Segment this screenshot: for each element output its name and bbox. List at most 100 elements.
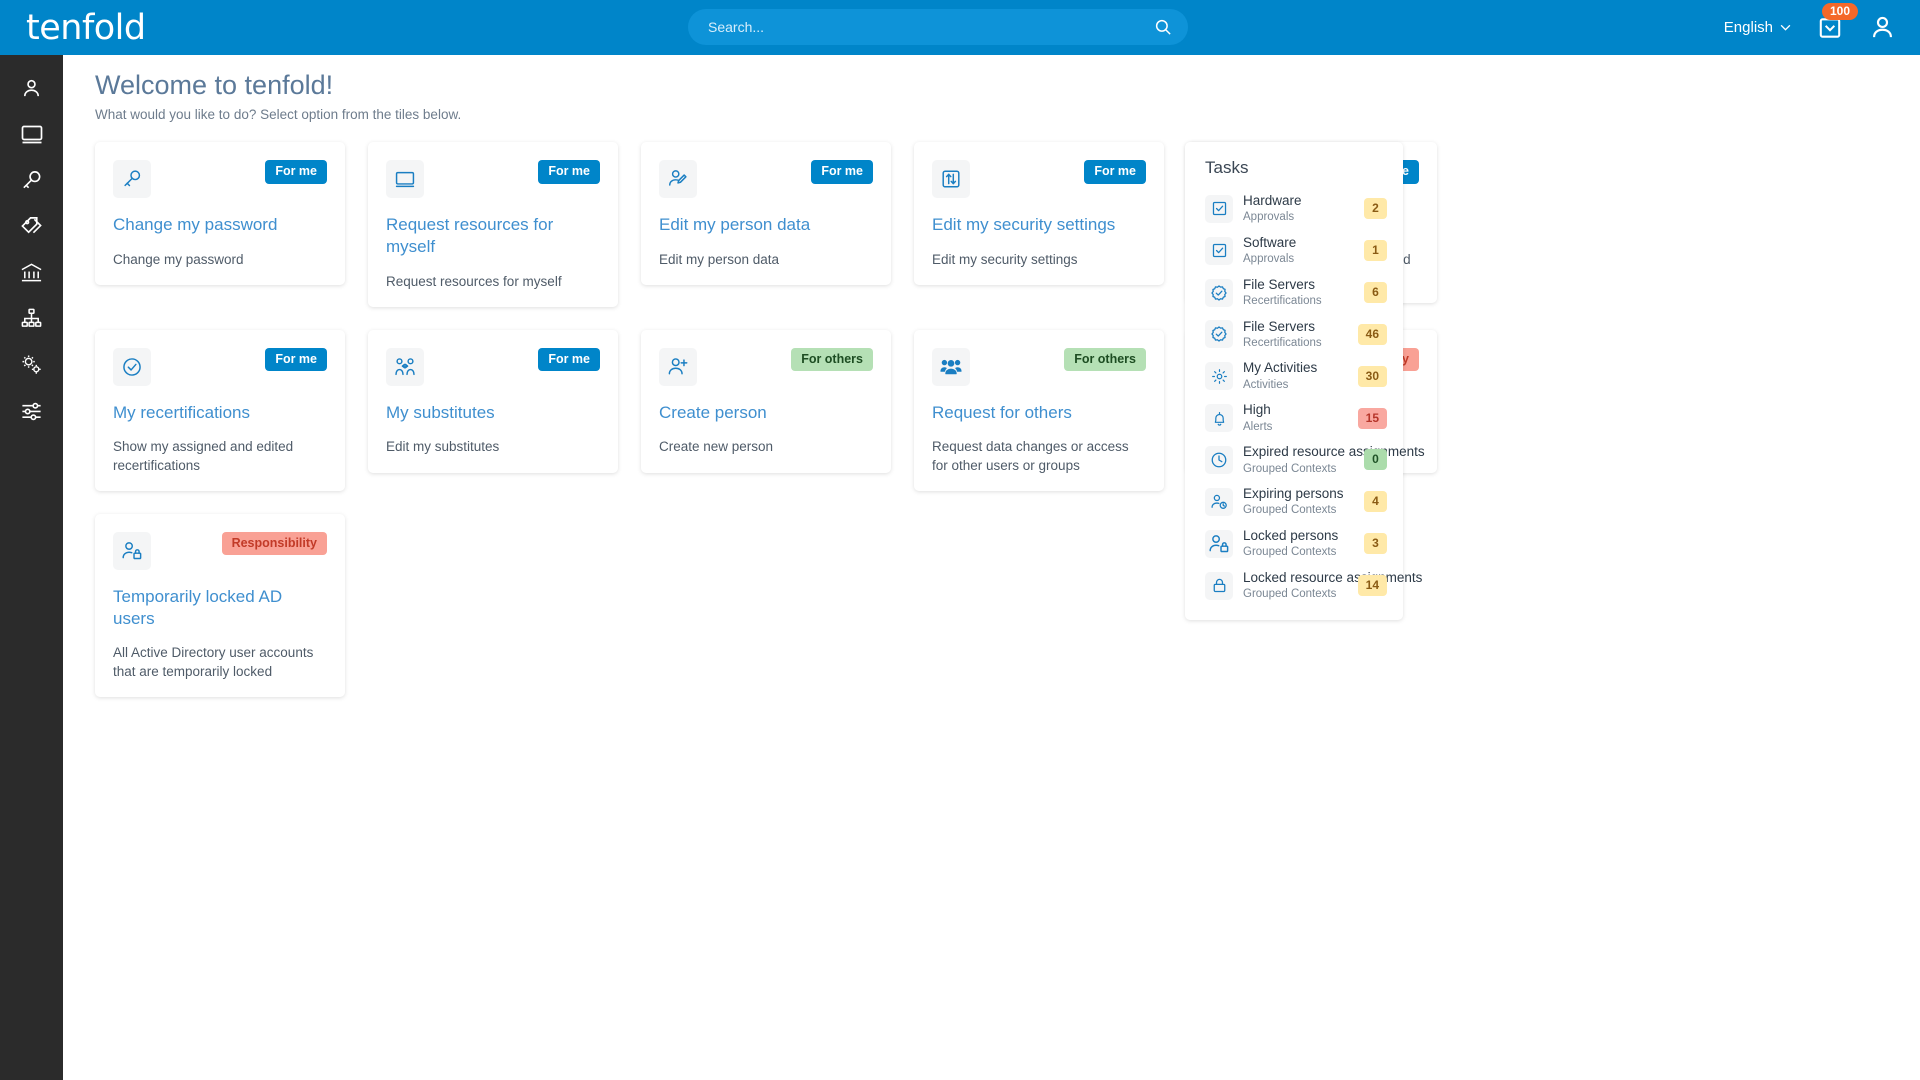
task-name: Expired resource assignments <box>1243 444 1425 460</box>
task-text: Locked resource assignments Grouped Cont… <box>1243 569 1423 602</box>
task-name: Locked persons <box>1243 527 1339 543</box>
tile[interactable]: For me My recertifications Show my assig… <box>95 329 345 491</box>
task-count-badge: 14 <box>1357 575 1387 597</box>
task-name: File Servers <box>1243 276 1316 292</box>
task-row[interactable]: Locked persons Grouped Contexts 3 <box>1185 523 1403 565</box>
task-text: High Alerts <box>1243 402 1350 434</box>
task-row[interactable]: File Servers Recertifications 46 <box>1185 314 1403 356</box>
search-container <box>688 9 1188 45</box>
sidebar-item-permissions[interactable] <box>0 157 63 203</box>
seal-check-icon <box>1205 278 1233 307</box>
task-category: Recertifications <box>1243 337 1322 349</box>
tile[interactable]: For me Edit my person data Edit my perso… <box>641 142 891 285</box>
tile-title[interactable]: Edit my person data <box>659 214 873 236</box>
tile-title[interactable]: Edit my security settings <box>932 214 1146 236</box>
tile-title[interactable]: My recertifications <box>113 402 327 424</box>
task-count-badge: 1 <box>1364 240 1387 262</box>
task-name: Software <box>1243 234 1297 250</box>
inbox-button[interactable]: 100 <box>1817 2 1859 41</box>
gears-icon <box>22 354 41 374</box>
tile-badge: For me <box>811 160 873 184</box>
tile-badge: For others <box>1064 347 1146 372</box>
checkbox-icon <box>1205 236 1233 265</box>
tile-badge: For me <box>265 160 327 184</box>
person-lock-icon <box>1205 529 1233 558</box>
substitutes-icon <box>386 347 424 386</box>
check-circle-icon <box>113 347 151 386</box>
app-logo[interactable]: tenfold <box>0 8 200 48</box>
tasks-list: Hardware Approvals 2 Software Approvals … <box>1185 188 1425 607</box>
tile-description: Change my password <box>113 251 244 267</box>
tile-header: For me <box>386 160 600 198</box>
tile[interactable]: Responsibility Temporarily locked AD use… <box>95 513 345 697</box>
task-count-badge: 0 <box>1364 449 1387 471</box>
task-row[interactable]: Expired resource assignments Grouped Con… <box>1185 439 1425 481</box>
account-icon <box>1872 16 1893 38</box>
checkbox-icon <box>1205 194 1233 223</box>
page-title: Welcome to tenfold! <box>95 70 334 100</box>
bank-icon <box>21 262 42 281</box>
tile-description: Edit my person data <box>659 251 780 267</box>
task-name: High <box>1243 402 1271 418</box>
task-row[interactable]: High Alerts 15 <box>1185 397 1403 439</box>
bell-icon <box>1205 404 1233 433</box>
task-row[interactable]: Software Approvals 1 <box>1185 230 1403 272</box>
tasks-panel: Tasks Hardware Approvals 2 Software Appr… <box>1185 142 1425 621</box>
task-row[interactable]: My Activities Activities 30 <box>1185 355 1403 397</box>
tile-header: For others <box>932 347 1146 386</box>
account-button[interactable] <box>1869 14 1896 41</box>
sidebar-item-categories[interactable] <box>0 203 63 249</box>
tasks-title: Tasks <box>1205 158 1249 177</box>
task-row[interactable]: Hardware Approvals 2 <box>1185 188 1403 230</box>
person-clock-icon <box>1205 487 1233 516</box>
task-count-badge: 30 <box>1357 365 1387 387</box>
tile-description: Create new person <box>659 439 774 455</box>
people-group-icon <box>932 347 970 386</box>
task-category: Recertifications <box>1243 295 1322 308</box>
header-actions: English 100 <box>1724 0 1896 55</box>
tile-title[interactable]: Temporarily locked AD users <box>113 586 327 630</box>
language-label: English <box>1723 19 1773 36</box>
sidebar-item-administration[interactable] <box>0 341 63 387</box>
person-add-icon <box>659 347 697 386</box>
tile-title[interactable]: Request resources for myself <box>386 214 600 258</box>
tile-badge: For me <box>538 347 600 372</box>
search-input[interactable] <box>688 9 1188 45</box>
tile[interactable]: For me Edit my security settings Edit my… <box>914 142 1164 285</box>
tile-title[interactable]: Request for others <box>932 402 1146 424</box>
task-row[interactable]: Locked resource assignments Grouped Cont… <box>1185 565 1423 607</box>
tile-header: Responsibility <box>113 531 327 570</box>
task-name: Locked resource assignments <box>1243 569 1423 585</box>
task-name: My Activities <box>1243 360 1318 376</box>
sidebar-item-settings[interactable] <box>0 387 63 433</box>
tile[interactable]: For me Request resources for myself Requ… <box>368 142 618 307</box>
main-content: Welcome to tenfold! What would you like … <box>63 55 1920 1080</box>
tile[interactable]: For me My substitutes Edit my substitute… <box>368 329 618 473</box>
tile-description: Request resources for myself <box>386 273 562 289</box>
task-name: File Servers <box>1243 318 1316 334</box>
tile-title[interactable]: Change my password <box>113 214 327 236</box>
sidebar-item-organization[interactable] <box>0 249 63 295</box>
sidebar-item-persons[interactable] <box>0 65 63 111</box>
task-category: Grouped Contexts <box>1243 588 1337 601</box>
task-row[interactable]: File Servers Recertifications 6 <box>1185 272 1403 314</box>
tile-title[interactable]: Create person <box>659 402 873 424</box>
sidebar-item-structure[interactable] <box>0 295 63 341</box>
language-selector[interactable]: English <box>1724 19 1791 36</box>
tile[interactable]: For others Request for others Request da… <box>914 329 1164 491</box>
tile[interactable]: For me Change my password Change my pass… <box>95 142 345 285</box>
sidebar-item-resources[interactable] <box>0 111 63 157</box>
tile-title[interactable]: My substitutes <box>386 402 600 424</box>
tile[interactable]: For others Create person Create new pers… <box>641 329 891 473</box>
person-edit-icon <box>659 160 697 198</box>
task-name: Hardware <box>1243 193 1302 208</box>
task-text: File Servers Recertifications <box>1243 319 1350 351</box>
monitor-icon <box>21 125 42 144</box>
key-icon <box>113 160 151 198</box>
task-category: Approvals <box>1243 211 1295 224</box>
task-row[interactable]: Expiring persons Grouped Contexts 4 <box>1185 481 1403 523</box>
task-text: Locked persons Grouped Contexts <box>1243 528 1356 560</box>
task-category: Grouped Contexts <box>1243 504 1337 517</box>
task-text: Software Approvals <box>1243 235 1356 267</box>
task-count-badge: 46 <box>1357 323 1387 345</box>
